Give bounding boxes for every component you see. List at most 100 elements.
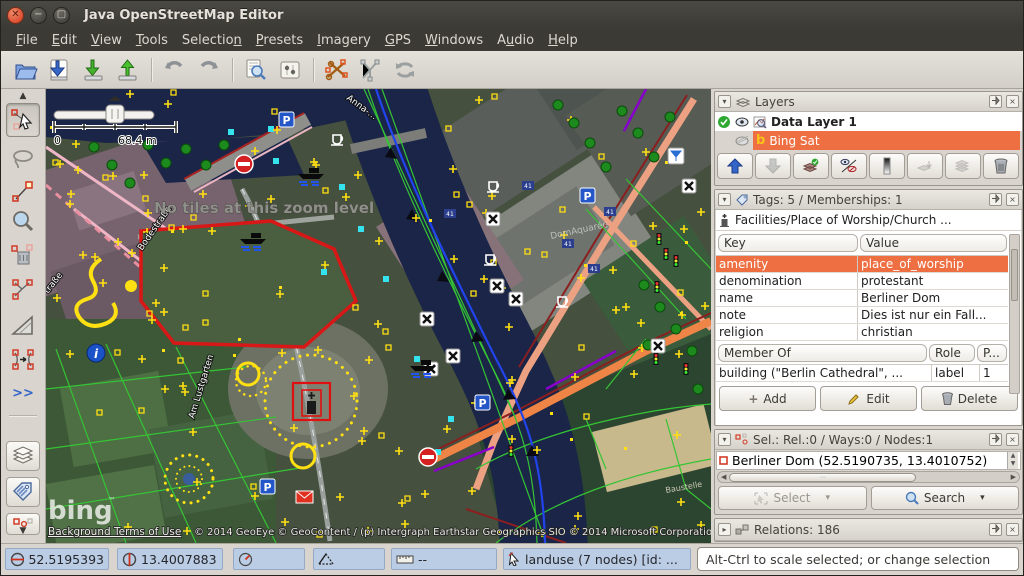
scroll-down-icon[interactable]: ▼ xyxy=(5,526,41,536)
delete-tool-button[interactable] xyxy=(6,241,40,271)
close-icon[interactable]: × xyxy=(1006,523,1019,536)
position-column-header[interactable]: P... xyxy=(977,344,1007,362)
dropdown-icon[interactable]: ▾ xyxy=(826,493,831,503)
tag-row[interactable]: noteDies ist nur ein Fall... xyxy=(716,307,1008,324)
preferences-icon[interactable] xyxy=(273,55,307,85)
select-tool-button[interactable] xyxy=(6,103,40,137)
window-close-icon[interactable]: ✕ xyxy=(7,7,24,24)
undo-icon[interactable] xyxy=(158,55,192,85)
menu-imagery[interactable]: Imagery xyxy=(310,31,378,50)
hidden-eye-icon[interactable] xyxy=(735,136,749,146)
menu-audio[interactable]: Audio xyxy=(490,31,541,50)
draw-node-tool-button[interactable] xyxy=(6,177,40,207)
lasso-tool-button[interactable] xyxy=(6,145,40,175)
scrollbar-thumb[interactable]: ⋯ xyxy=(729,473,916,482)
open-file-icon[interactable] xyxy=(9,55,43,85)
selected-layer-highlight[interactable]: b Bing Sat xyxy=(753,131,1020,150)
member-of-column-header[interactable]: Member Of xyxy=(718,344,927,362)
menu-tools[interactable]: Tools xyxy=(129,31,175,50)
scrollbar-thumb[interactable] xyxy=(1011,249,1018,301)
redo-icon[interactable] xyxy=(192,55,226,85)
angle-measure-tool-button[interactable] xyxy=(6,311,40,341)
more-tools-button[interactable]: >> xyxy=(6,381,40,405)
menu-windows[interactable]: Windows xyxy=(418,31,490,50)
layer-down-button[interactable] xyxy=(755,153,791,179)
map-canvas[interactable]: P P P P 41 41 41 41 41 xyxy=(46,89,711,543)
layer-up-button[interactable] xyxy=(717,153,753,179)
selected-object[interactable]: Berliner Dom (52.5190735, 13.4010752) xyxy=(732,453,1003,468)
combine-way-icon[interactable] xyxy=(354,55,388,85)
close-icon[interactable]: × xyxy=(1006,95,1019,108)
tag-row[interactable]: nameBerliner Dom xyxy=(716,290,1008,307)
dropdown-icon[interactable]: ▾ xyxy=(980,493,985,503)
visible-eye-icon[interactable] xyxy=(735,117,749,127)
mini-vscroll[interactable]: ▲▼ xyxy=(1007,452,1018,469)
scroll-right-icon[interactable]: ▶ xyxy=(1008,473,1019,481)
tags-dialog-button[interactable] xyxy=(6,477,40,507)
pin-icon[interactable] xyxy=(989,433,1002,446)
window-maximize-icon[interactable]: ▢ xyxy=(53,7,70,24)
add-tag-button[interactable]: +Add xyxy=(719,386,816,411)
preset-label: Facilities/Place of Worship/Church ... xyxy=(735,213,952,227)
menu-view[interactable]: View xyxy=(84,31,129,50)
menu-presets[interactable]: Presets xyxy=(249,31,310,50)
pin-icon[interactable] xyxy=(989,193,1002,206)
menu-edit[interactable]: Edit xyxy=(45,31,84,50)
pin-icon[interactable] xyxy=(989,95,1002,108)
collapse-icon[interactable]: ▾ xyxy=(718,95,731,108)
latitude-display: 52.5195393 xyxy=(5,548,109,570)
split-way-icon[interactable] xyxy=(320,55,354,85)
search-icon[interactable] xyxy=(239,55,273,85)
close-icon[interactable]: × xyxy=(1006,193,1019,206)
tags-panel-header: ▾ Tags: 5 / Memberships: 1 × xyxy=(715,190,1022,210)
layers-dialog-button[interactable] xyxy=(6,441,40,471)
save-icon[interactable] xyxy=(77,55,111,85)
membership-table-header: Member Of Role P... xyxy=(716,341,1021,364)
dialog-panels: ▾ Layers × Data Layer 1 b Bing Sat xyxy=(713,89,1024,543)
menu-help[interactable]: Help xyxy=(541,31,585,50)
value-column-header[interactable]: Value xyxy=(860,234,1007,252)
church-icon xyxy=(719,213,730,227)
merge-nodes-tool-button[interactable] xyxy=(6,345,40,375)
tag-row[interactable]: amenityplace_of_worship xyxy=(716,256,1008,273)
refresh-icon[interactable] xyxy=(388,55,422,85)
search-button[interactable]: Search ▾ xyxy=(871,486,1020,510)
tag-row[interactable]: religionchristian xyxy=(716,324,1008,341)
layer-merge-button[interactable] xyxy=(907,153,943,179)
layer-duplicate-button[interactable] xyxy=(945,153,981,179)
layer-row-data[interactable]: Data Layer 1 xyxy=(715,112,1022,131)
selection-hscroll[interactable]: ◀ ⋯ ▶ xyxy=(717,471,1020,483)
relations-panel-title: Relations: 186 xyxy=(754,523,985,537)
collapse-icon[interactable]: ▾ xyxy=(718,193,731,206)
download-data-icon[interactable] xyxy=(43,55,77,85)
edit-tag-button[interactable]: Edit xyxy=(820,386,917,411)
layer-opacity-button[interactable] xyxy=(869,153,905,179)
close-icon[interactable]: × xyxy=(1006,433,1019,446)
expand-icon[interactable]: ▸ xyxy=(718,523,731,536)
tags-scrollbar[interactable] xyxy=(1009,234,1020,394)
follow-line-tool-button[interactable] xyxy=(6,275,40,305)
layer-delete-button[interactable] xyxy=(983,153,1019,179)
collapse-icon[interactable]: ▾ xyxy=(718,433,731,446)
upload-data-icon[interactable] xyxy=(111,55,145,85)
preset-link[interactable]: Facilities/Place of Worship/Church ... xyxy=(716,210,1021,231)
scroll-left-icon[interactable]: ◀ xyxy=(718,473,729,481)
layer-row-bing[interactable]: b Bing Sat xyxy=(715,131,1022,150)
select-button[interactable]: Select ▾ xyxy=(718,486,867,510)
layer-visibility-button[interactable] xyxy=(831,153,867,179)
menu-selection[interactable]: Selection xyxy=(175,31,249,50)
terms-link[interactable]: Background Terms of Use xyxy=(48,526,181,538)
layer-activate-button[interactable] xyxy=(793,153,829,179)
scroll-up-icon[interactable]: ▲ xyxy=(5,91,41,101)
svg-text:41: 41 xyxy=(590,266,598,273)
pin-icon[interactable] xyxy=(989,523,1002,536)
delete-tag-button[interactable]: Delete xyxy=(921,386,1018,411)
menu-file[interactable]: File xyxy=(9,31,45,50)
membership-row[interactable]: building ("Berlin Cathedral", ... label … xyxy=(716,365,1008,382)
tag-row[interactable]: denominationprotestant xyxy=(716,273,1008,290)
menu-gps[interactable]: GPS xyxy=(378,31,418,50)
role-column-header[interactable]: Role xyxy=(929,344,975,362)
window-minimize-icon[interactable]: − xyxy=(30,7,47,24)
zoom-tool-button[interactable] xyxy=(6,207,40,237)
key-column-header[interactable]: Key xyxy=(718,234,858,252)
